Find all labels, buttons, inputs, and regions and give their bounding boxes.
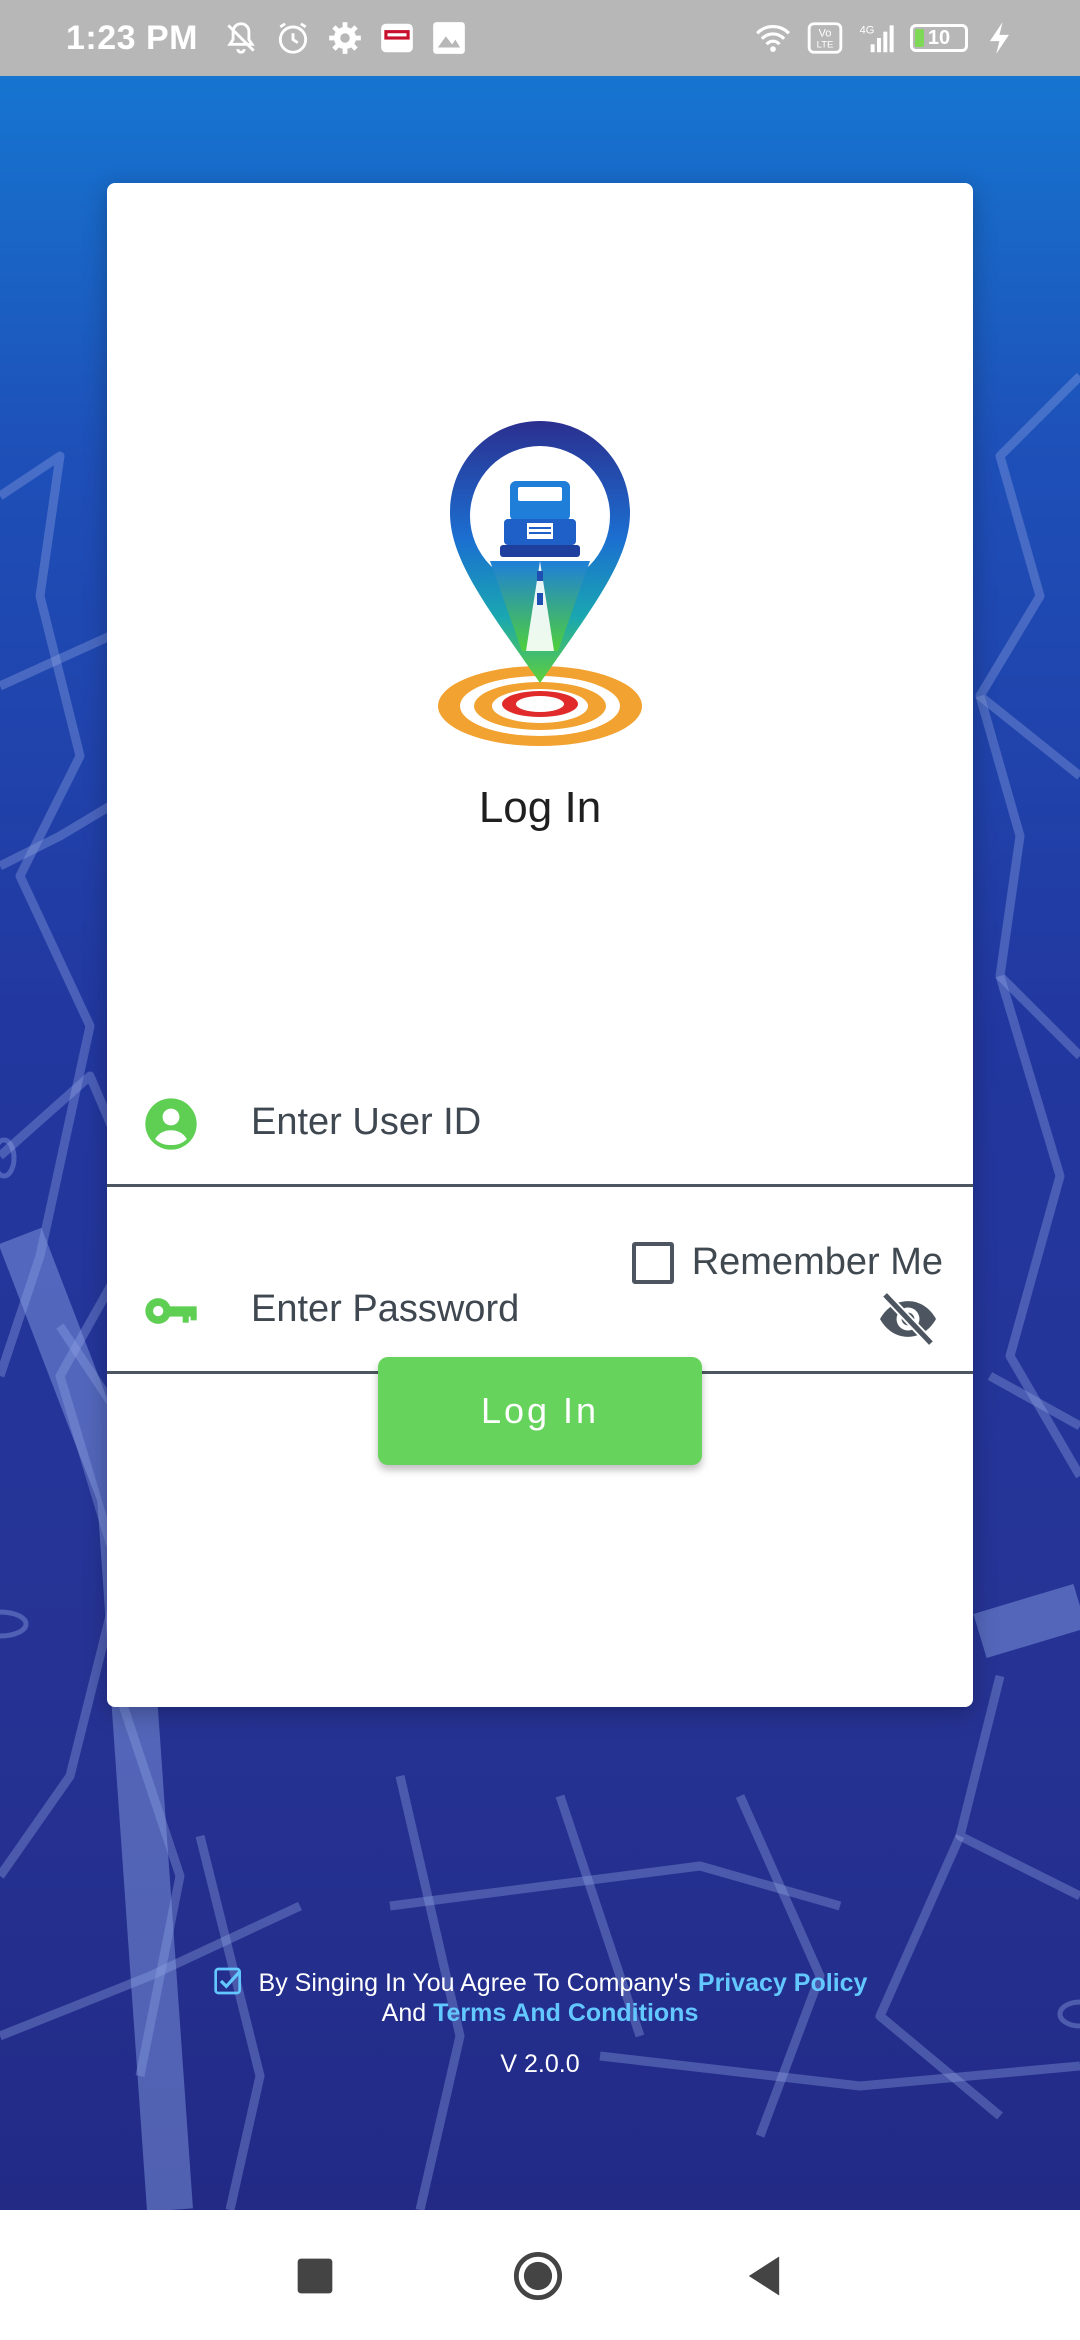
status-icons-right: Vo LTE 4G 10 xyxy=(754,19,1020,57)
remember-me-checkbox[interactable]: Remember Me xyxy=(631,1241,943,1284)
gear-icon xyxy=(326,19,364,57)
and-text: And xyxy=(381,1999,427,2027)
terms-notice: By Singing In You Agree To Company's Pri… xyxy=(0,1965,1080,2028)
checkbox-checked-icon xyxy=(213,1967,241,1995)
status-bar: 1:23 PM Vo LTE 4G 10 xyxy=(0,0,1080,76)
user-icon xyxy=(145,1098,197,1150)
bank-app-icon xyxy=(378,19,416,57)
app-version: V 2.0.0 xyxy=(500,2050,580,2078)
charging-icon xyxy=(982,19,1020,57)
bell-off-icon xyxy=(222,19,260,57)
login-button[interactable]: Log In xyxy=(378,1357,702,1465)
home-button[interactable] xyxy=(512,2250,564,2302)
status-icons-left xyxy=(222,19,468,57)
user-id-input[interactable] xyxy=(249,1086,813,1158)
terms-prefix-text: By Singing In You Agree To Company's xyxy=(258,1969,691,1997)
checkbox-box[interactable] xyxy=(631,1241,674,1284)
login-card: Log In Remember Me Log In xyxy=(107,183,973,1707)
image-icon xyxy=(430,19,468,57)
privacy-policy-link[interactable]: Privacy Policy xyxy=(698,1969,868,1997)
battery-indicator: 10 xyxy=(910,24,968,52)
volte-icon: Vo LTE xyxy=(806,19,844,57)
wifi-icon xyxy=(754,19,792,57)
recents-button[interactable] xyxy=(289,2250,341,2302)
alarm-icon xyxy=(274,19,312,57)
login-title: Log In xyxy=(478,783,602,832)
svg-text:4G: 4G xyxy=(860,24,875,36)
key-icon xyxy=(145,1298,197,1324)
svg-text:Vo: Vo xyxy=(819,27,832,39)
user-id-field xyxy=(107,1064,973,1187)
signal-4g-icon: 4G xyxy=(858,19,896,57)
status-time: 1:23 PM xyxy=(66,18,198,57)
remember-me-label: Remember Me xyxy=(691,1241,943,1283)
app-logo xyxy=(438,421,642,746)
svg-text:LTE: LTE xyxy=(817,40,834,51)
terms-conditions-link[interactable]: Terms And Conditions xyxy=(433,1999,698,2027)
eye-off-icon[interactable] xyxy=(877,1291,939,1347)
system-nav-bar xyxy=(0,2210,1080,2340)
back-button[interactable] xyxy=(738,2250,790,2302)
